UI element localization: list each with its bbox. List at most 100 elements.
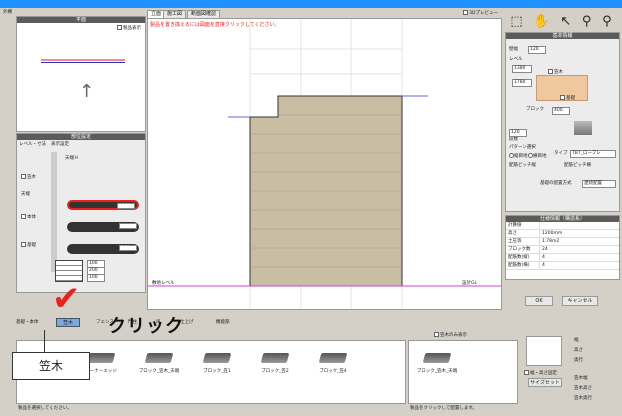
level-input[interactable]: 1380 [512, 65, 532, 73]
item-label: ブロック_笠1 [203, 369, 231, 374]
cancel-button[interactable]: キャンセル [562, 296, 598, 306]
gl-label: 設計GL [462, 281, 477, 286]
block-input[interactable]: 400 [552, 107, 570, 115]
palette-item[interactable]: ブロック_笠4 [309, 353, 357, 374]
info-key: 配筋数(縦) [506, 254, 540, 261]
side-label-width: 幅 [574, 338, 579, 343]
preview-toggle[interactable]: 3Dプレビュー [463, 10, 498, 17]
body-level-input[interactable]: 1380 [117, 203, 135, 209]
info-key: 高さ [506, 230, 540, 237]
checkbox[interactable] [21, 174, 26, 179]
info-row: 土圧等 1.78m2 [506, 238, 619, 246]
item-label: ブロック_笠木_天端 [138, 369, 180, 374]
label: 横目地 [533, 154, 547, 159]
palette-item[interactable]: ブロック_笠木_天端 [413, 353, 461, 374]
info-value: 4 [542, 263, 545, 268]
checkbox[interactable] [21, 242, 26, 247]
info-key: ブロック数 [506, 246, 540, 253]
zoom-in-icon[interactable]: ⚲ [582, 14, 592, 29]
info-row: 配筋数(横) 4 [506, 262, 619, 270]
checkbox[interactable] [463, 10, 469, 15]
tool-palette: ⬚ ✋ ↖ ⚲ ⚲ [505, 12, 617, 30]
hand-icon[interactable]: ✋ [533, 14, 549, 29]
zoom-out-icon[interactable]: ⚲ [602, 14, 612, 29]
label: 基礎 [27, 243, 36, 248]
body-level-pill[interactable]: 1380 [67, 200, 139, 210]
tab-display[interactable]: 表示設定 [51, 142, 69, 148]
side-label-depth: 奥行 [574, 358, 583, 363]
block-preview-icon [574, 121, 592, 135]
palette-item[interactable]: ブロック_笠木_天端 [135, 353, 183, 374]
label: 縦目地 [514, 154, 528, 159]
status-right: 製品をクリックして配置します。 [410, 406, 477, 411]
view-tabs: 立面 施工図 断面図確認 3Dプレビュー [147, 10, 502, 19]
label: 本体 [27, 215, 36, 220]
checkbox[interactable] [117, 25, 122, 30]
checkbox[interactable] [21, 214, 26, 219]
kasagi-level-pill[interactable] [67, 222, 139, 232]
method-label: 基礎の配置方式 [540, 181, 572, 186]
info-row: ブロック数 24 [506, 246, 619, 254]
ok-button[interactable]: OK [525, 296, 553, 306]
rows-input[interactable]: 120 [509, 129, 527, 137]
info-value: 4 [542, 255, 545, 260]
size-preset-button[interactable]: サイズセット [528, 378, 562, 387]
tab-base-body[interactable]: 基礎・本体 [16, 320, 39, 326]
checkbox[interactable] [524, 370, 529, 375]
show-product-check[interactable]: 製品表示 [117, 25, 141, 32]
checkbox[interactable] [548, 69, 553, 74]
width-label: 壁幅 [509, 47, 518, 52]
plan-wall-line [41, 59, 125, 61]
callout-line [44, 330, 45, 352]
checkbox[interactable] [434, 332, 439, 337]
radio-horizontal[interactable]: 横目地 [528, 153, 547, 160]
base-input[interactable]: 1780 [512, 79, 532, 87]
kasagi-only-check[interactable]: 笠木のみ表示 [434, 332, 467, 339]
info-key: 土圧等 [506, 238, 540, 245]
detail-panel: 部位設定 レベル・寸法 表示設定 天端Ｈ 笠木 天端 本体 1380 基礎 10… [16, 133, 146, 293]
show-product-label: 製品表示 [123, 26, 141, 31]
props-panel: 基本情報 壁幅 120 レベル 1380 1780 笠木 基礎 ブロック 400… [505, 32, 620, 212]
select-icon[interactable]: ⬚ [510, 14, 522, 29]
item-label: ブロック_笠4 [319, 369, 347, 374]
check-mark-icon: ✔ [52, 279, 81, 319]
label: 基礎 [566, 96, 575, 101]
fixed-size-check[interactable]: 幅・高さ固定 [524, 370, 557, 377]
foundation-level-pill[interactable]: 100 [67, 244, 139, 254]
checkbox[interactable] [560, 95, 565, 100]
product-thumbnail [318, 353, 348, 363]
palette-item[interactable]: ブロック_笠2 [251, 353, 299, 374]
up-arrow-icon: ↑ [79, 81, 95, 102]
item-label: ブロック_笠2 [261, 369, 289, 374]
label: 幅・高さ固定 [530, 371, 557, 376]
row-label-body: 本体 [21, 214, 36, 221]
elevation-canvas[interactable]: 製品を置き換えるには図面を直接クリックしてください。 敷地レベル 設計GL [147, 18, 502, 310]
grid-value-3[interactable]: 100 [87, 274, 105, 282]
side-label-kasagi-height: 笠木高さ [574, 386, 592, 391]
tab-level[interactable]: レベル・寸法 [19, 142, 46, 148]
pointer-icon[interactable]: ↖ [560, 14, 571, 29]
info-row: 配筋数(縦) 4 [506, 254, 619, 262]
pattern-label: パターン選択 [509, 145, 536, 150]
kasagi-level-input[interactable] [119, 223, 137, 229]
info-key: 計算値 [506, 222, 540, 229]
palette-item[interactable]: ブロック_笠1 [193, 353, 241, 374]
palette-tabs: 基礎・本体 笠木 フェンス 門柱 扉 仕上げ 機能部 [16, 318, 496, 328]
width-input[interactable]: 120 [528, 46, 546, 54]
info-panel: 仕様情報（構造系） 計算値 高さ 1200mm 土圧等 1.78m2 ブロック数 24… [505, 215, 620, 280]
tab-kasagi[interactable]: 笠木 [56, 318, 80, 327]
method-select[interactable]: 連続配置 [582, 180, 616, 188]
product-thumbnail [422, 353, 452, 363]
foundation-check[interactable]: 基礎 [560, 95, 575, 102]
foundation-level-input[interactable]: 100 [119, 245, 137, 251]
type-select[interactable]: TB7_ローブレ [570, 150, 616, 158]
level-bar [51, 152, 57, 272]
row-label-foundation: 基礎 [21, 242, 36, 249]
tab-function[interactable]: 機能部 [216, 320, 230, 326]
side-label-height: 高さ [574, 348, 583, 353]
radio-vertical[interactable]: 縦目地 [509, 153, 528, 160]
kasagi-check[interactable]: 笠木 [548, 69, 563, 76]
row-label-top: 天端 [21, 192, 30, 197]
window-title-bar [0, 0, 622, 8]
selected-items[interactable]: ブロック_笠木_天端 [408, 340, 518, 404]
